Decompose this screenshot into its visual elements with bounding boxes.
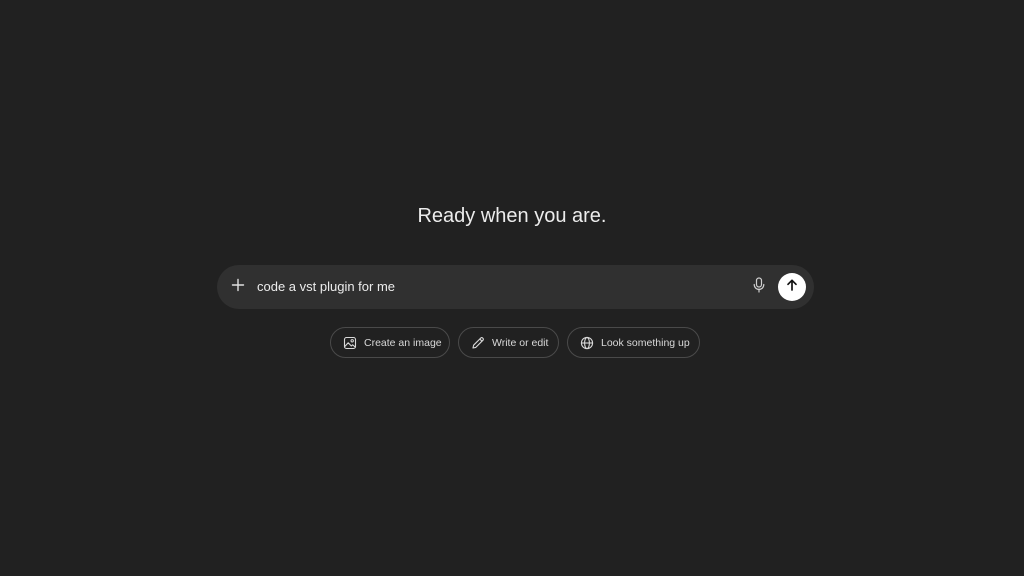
send-button[interactable]: [778, 273, 806, 301]
plus-icon: [231, 278, 245, 297]
suggestion-write-edit-button[interactable]: Write or edit: [458, 327, 559, 358]
suggestion-label: Create an image: [364, 336, 442, 349]
suggestion-look-up-button[interactable]: Look something up: [567, 327, 700, 358]
image-icon: [343, 336, 357, 350]
suggestion-label: Write or edit: [492, 336, 549, 349]
microphone-icon: [752, 276, 766, 298]
voice-input-button[interactable]: [749, 276, 769, 298]
chat-home-page: Ready when you are. code a vst plugin fo…: [0, 0, 1024, 576]
suggestion-create-image-button[interactable]: Create an image: [330, 327, 450, 358]
pencil-icon: [471, 336, 485, 350]
globe-icon: [580, 336, 594, 350]
suggestion-label: Look something up: [601, 336, 690, 349]
arrow-up-icon: [785, 278, 799, 297]
prompt-input[interactable]: [257, 277, 737, 297]
add-attachment-button[interactable]: [226, 276, 250, 298]
page-headline: Ready when you are.: [417, 205, 607, 227]
